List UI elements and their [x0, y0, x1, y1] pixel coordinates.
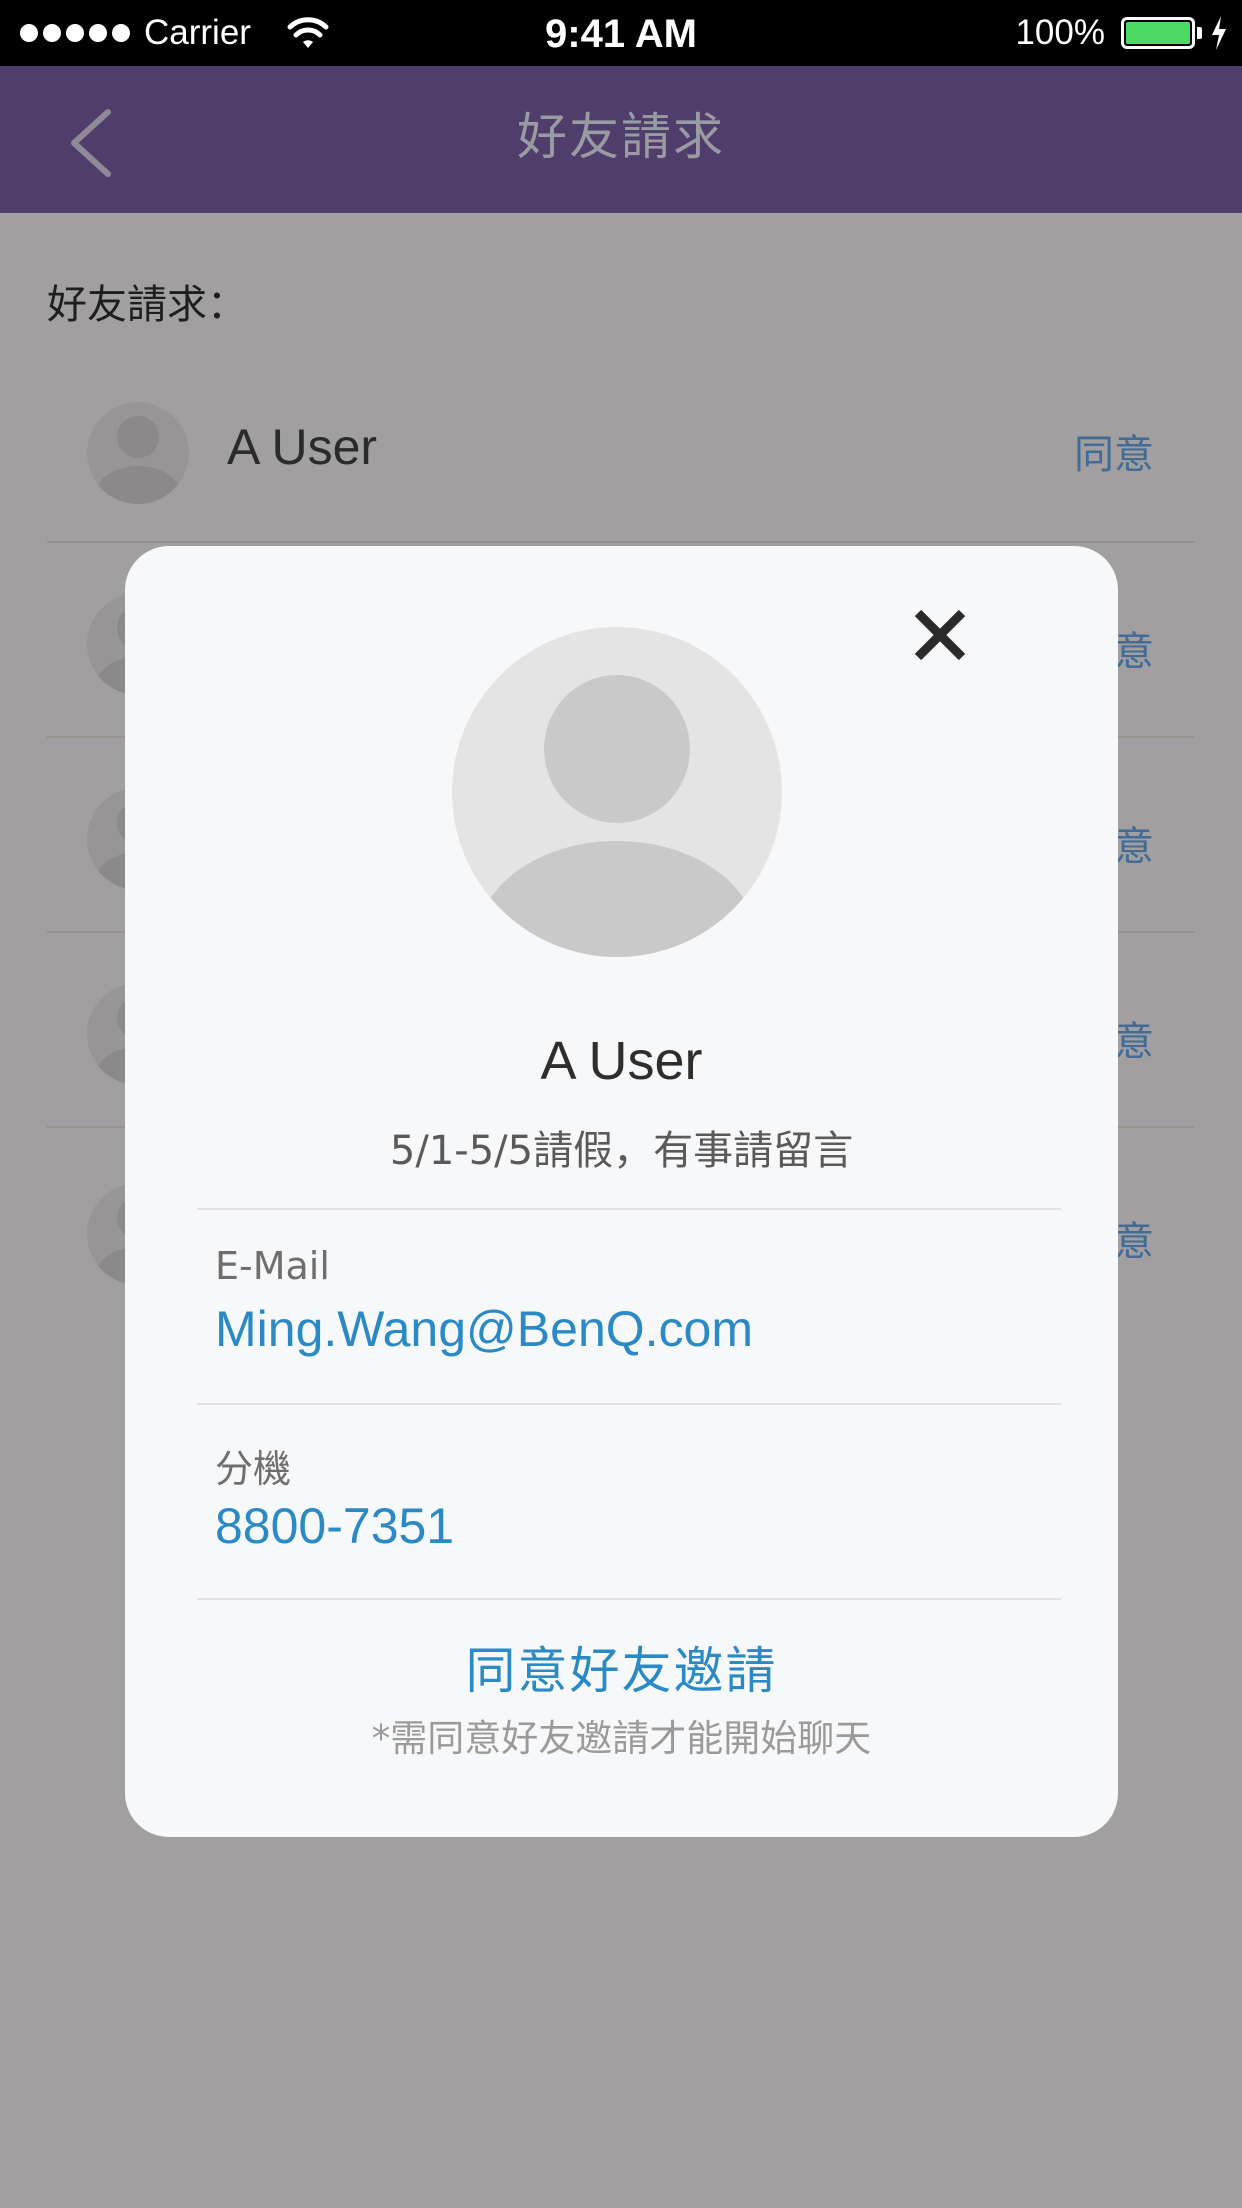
battery-nub: [1197, 27, 1202, 39]
agree-button[interactable]: 意: [1114, 1009, 1154, 1067]
bolt-icon: [1212, 16, 1226, 50]
profile-status-message: 5/1-5/5請假，有事請留言: [389, 1128, 854, 1174]
request-row[interactable]: A User 同意: [47, 348, 1195, 543]
email-label: E-Mail: [215, 1244, 330, 1288]
modal-divider: [197, 1208, 1061, 1210]
status-bar: Carrier 9:41 AM 100%: [0, 0, 1242, 66]
modal-divider: [197, 1403, 1061, 1405]
extension-label: 分機: [215, 1447, 292, 1491]
email-value[interactable]: Ming.Wang@BenQ.com: [215, 1300, 753, 1358]
battery-icon: [1121, 17, 1195, 49]
agree-button[interactable]: 意: [1114, 814, 1154, 872]
page-title: 好友請求: [517, 108, 725, 166]
profile-name: A User: [540, 1031, 703, 1091]
accept-note: *需同意好友邀請才能開始聊天: [371, 1717, 872, 1760]
accept-friend-button[interactable]: 同意好友邀請: [125, 1631, 1118, 1703]
request-name: A User: [227, 419, 378, 475]
section-label: 好友請求：: [47, 282, 247, 328]
battery-percent: 100%: [1015, 13, 1105, 52]
extension-value[interactable]: 8800-7351: [215, 1497, 454, 1555]
nav-bar: 好友請求: [0, 66, 1242, 213]
user-avatar-icon: [452, 627, 782, 957]
close-icon[interactable]: [908, 603, 972, 667]
modal-divider: [197, 1598, 1061, 1600]
agree-button[interactable]: 意: [1114, 1209, 1154, 1267]
agree-button[interactable]: 意: [1114, 619, 1154, 677]
status-right: 100%: [1015, 0, 1228, 66]
avatar: [87, 402, 189, 504]
agree-button[interactable]: 同意: [1074, 422, 1154, 480]
